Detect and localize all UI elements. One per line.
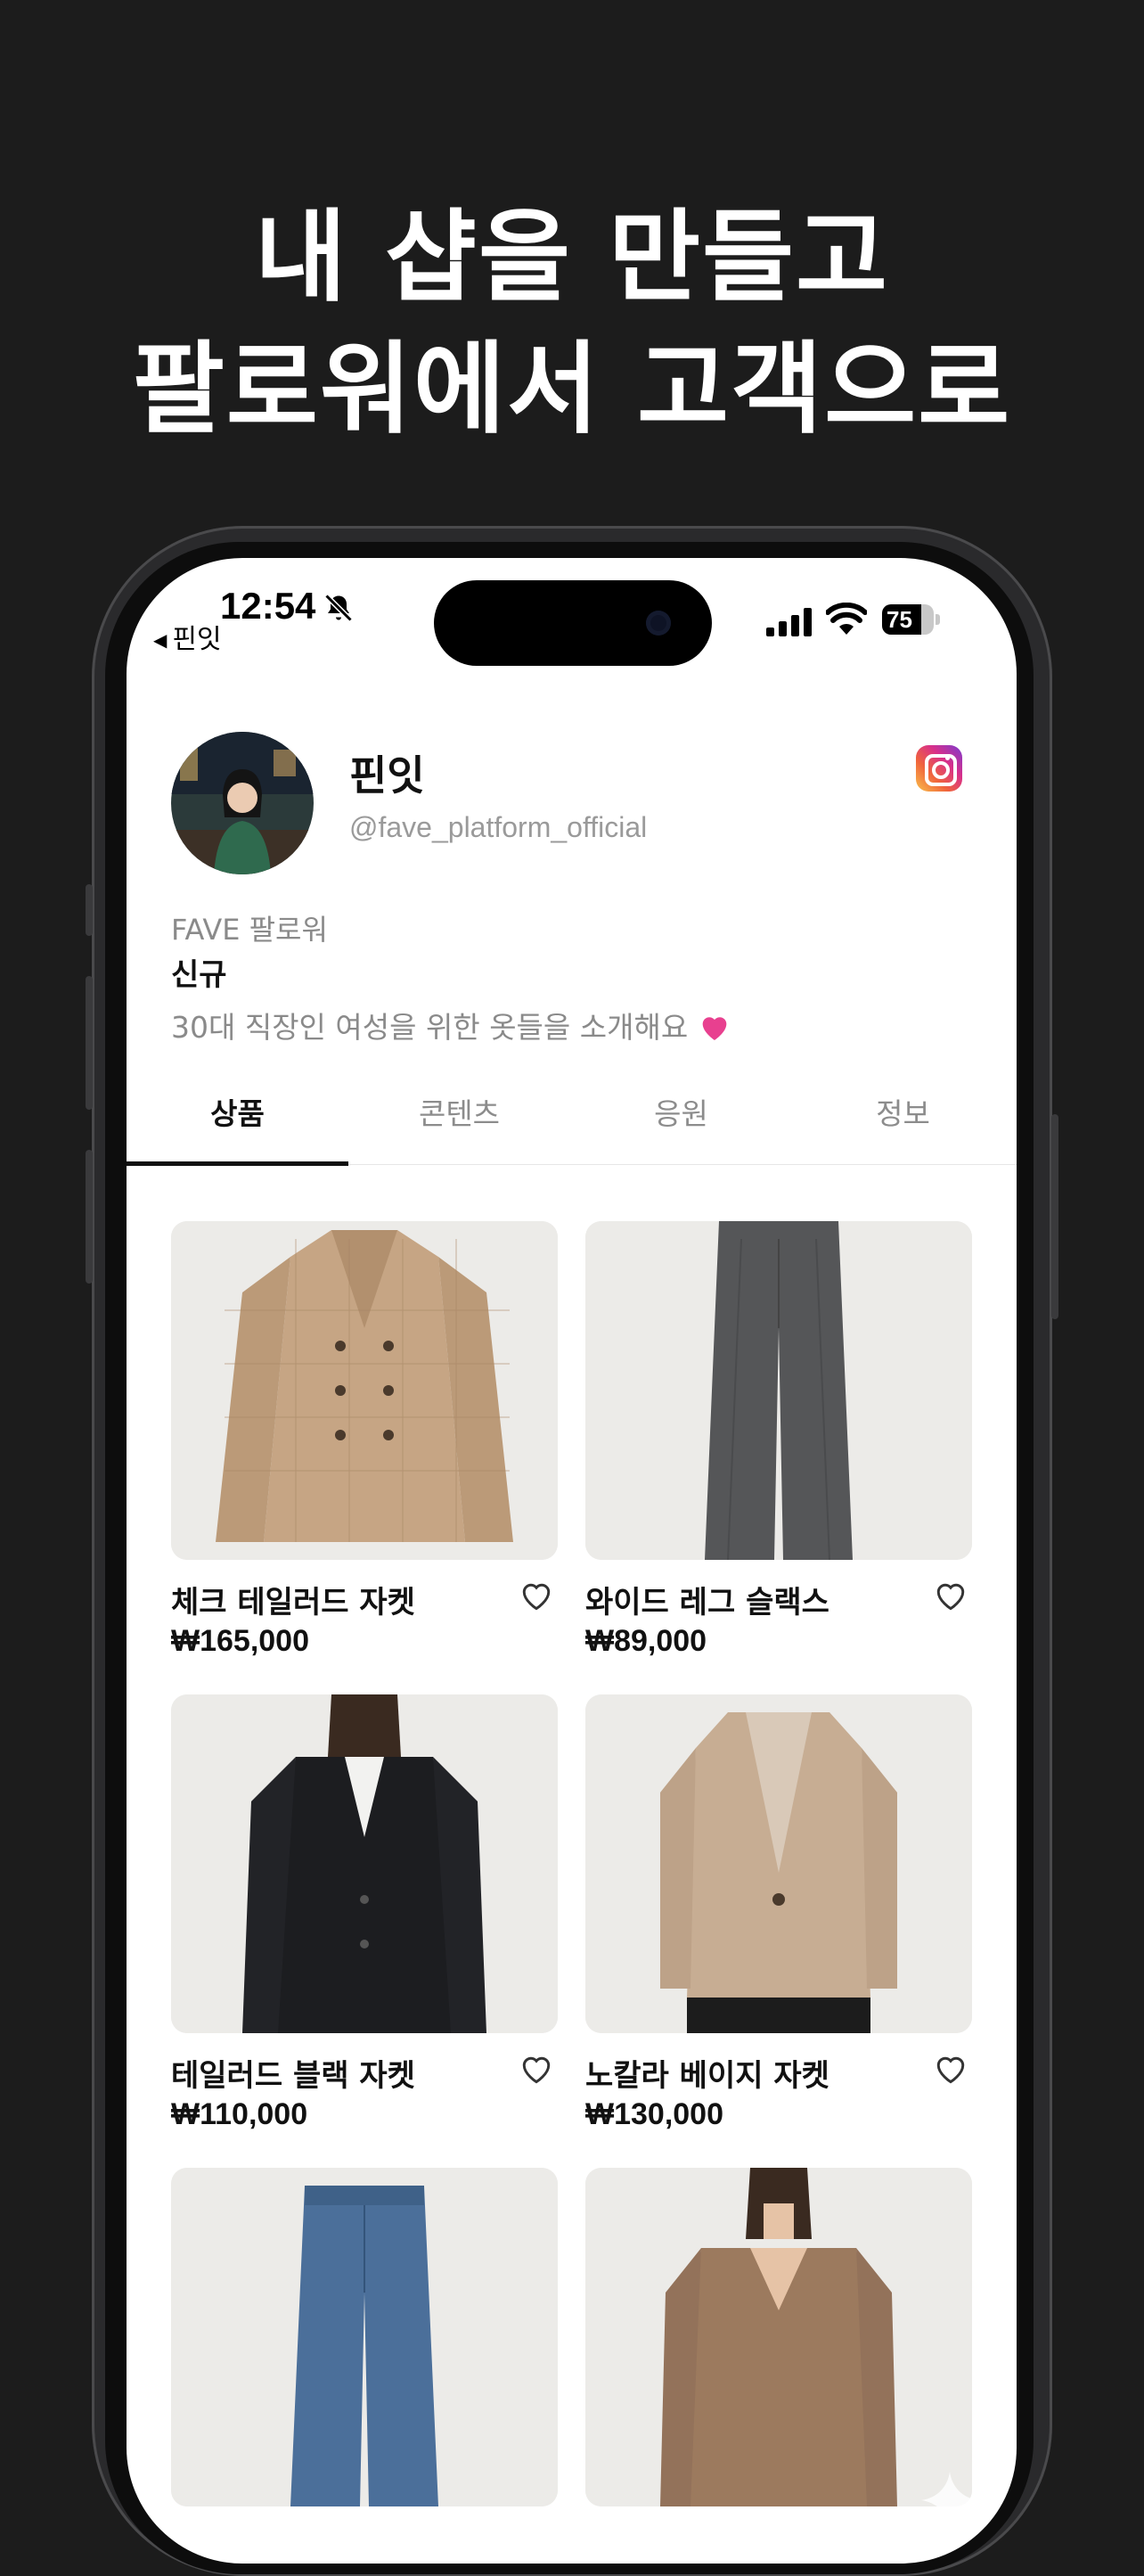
tab-info[interactable]: 정보 xyxy=(792,1082,1014,1162)
product-name: 테일러드 블랙 자켓 xyxy=(171,2058,415,2094)
heart-outline-icon[interactable] xyxy=(931,2049,970,2088)
headline-line-1: 내 샵을 만들고 xyxy=(254,200,890,316)
product-price: ₩165,000 xyxy=(171,1624,309,1658)
tab-support[interactable]: 응원 xyxy=(570,1082,792,1162)
shop-bio: 30대 직장인 여성을 위한 옷들을 소개해요 xyxy=(171,1004,732,1047)
dynamic-island xyxy=(434,580,712,666)
product-price: ₩110,000 xyxy=(171,2097,308,2131)
heart-outline-icon[interactable] xyxy=(931,1576,970,1615)
battery-level: 75 xyxy=(887,606,912,633)
back-triangle-icon: ◀ xyxy=(153,629,168,651)
heart-outline-icon[interactable] xyxy=(517,1576,556,1615)
power-button xyxy=(1051,1114,1058,1319)
profile-tabs: 상품 콘텐츠 응원 정보 xyxy=(127,1082,1017,1166)
follower-label: FAVE 팔로워 xyxy=(171,913,328,947)
cellular-signal-icon xyxy=(766,608,812,636)
product-name: 체크 테일러드 자켓 xyxy=(171,1585,415,1620)
tab-products[interactable]: 상품 xyxy=(127,1082,348,1162)
back-app-label: 핀잇 xyxy=(172,624,222,655)
headline-line-2: 팔로워에서 고객으로 xyxy=(132,332,1012,447)
bio-text: 30대 직장인 여성을 위한 옷들을 소개해요 xyxy=(171,1010,689,1045)
status-time: 12:54 xyxy=(220,585,316,627)
camera-icon xyxy=(646,611,671,636)
tab-contents[interactable]: 콘텐츠 xyxy=(348,1082,570,1162)
product-name: 와이드 레그 슬랙스 xyxy=(585,1585,829,1620)
sparkle-icon xyxy=(920,2471,979,2530)
instagram-icon[interactable] xyxy=(916,745,962,792)
product-image[interactable] xyxy=(171,2168,558,2506)
product-image[interactable] xyxy=(171,1694,558,2033)
battery-icon: 75 xyxy=(882,604,934,635)
product-price: ₩130,000 xyxy=(585,2097,723,2131)
product-image[interactable] xyxy=(585,1694,972,2033)
product-image[interactable] xyxy=(585,1221,972,1560)
heart-outline-icon[interactable] xyxy=(517,2049,556,2088)
instagram-handle: @fave_platform_official xyxy=(349,811,648,843)
product-price: ₩89,000 xyxy=(585,1624,707,1658)
phone-screen: 12:54 ◀ 핀잇 75 핀잇 @fave_platform_official… xyxy=(127,558,1017,2564)
volume-down-button xyxy=(86,1150,93,1284)
product-image[interactable] xyxy=(585,2168,972,2506)
action-button xyxy=(86,884,93,936)
pink-heart-icon xyxy=(702,1016,727,1040)
active-tab-indicator xyxy=(127,1161,348,1166)
back-to-app-link[interactable]: ◀ 핀잇 xyxy=(153,617,222,656)
shop-name: 핀잇 xyxy=(349,751,425,800)
volume-up-button xyxy=(86,976,93,1110)
follower-value: 신규 xyxy=(171,957,227,993)
bell-muted-icon xyxy=(324,594,353,622)
avatar[interactable] xyxy=(171,732,314,874)
product-name: 노칼라 베이지 자켓 xyxy=(585,2058,829,2094)
promo-headline: 내 샵을 만들고 팔로워에서 고객으로 xyxy=(0,192,1144,455)
product-image[interactable] xyxy=(171,1221,558,1560)
wifi-icon xyxy=(826,603,867,635)
